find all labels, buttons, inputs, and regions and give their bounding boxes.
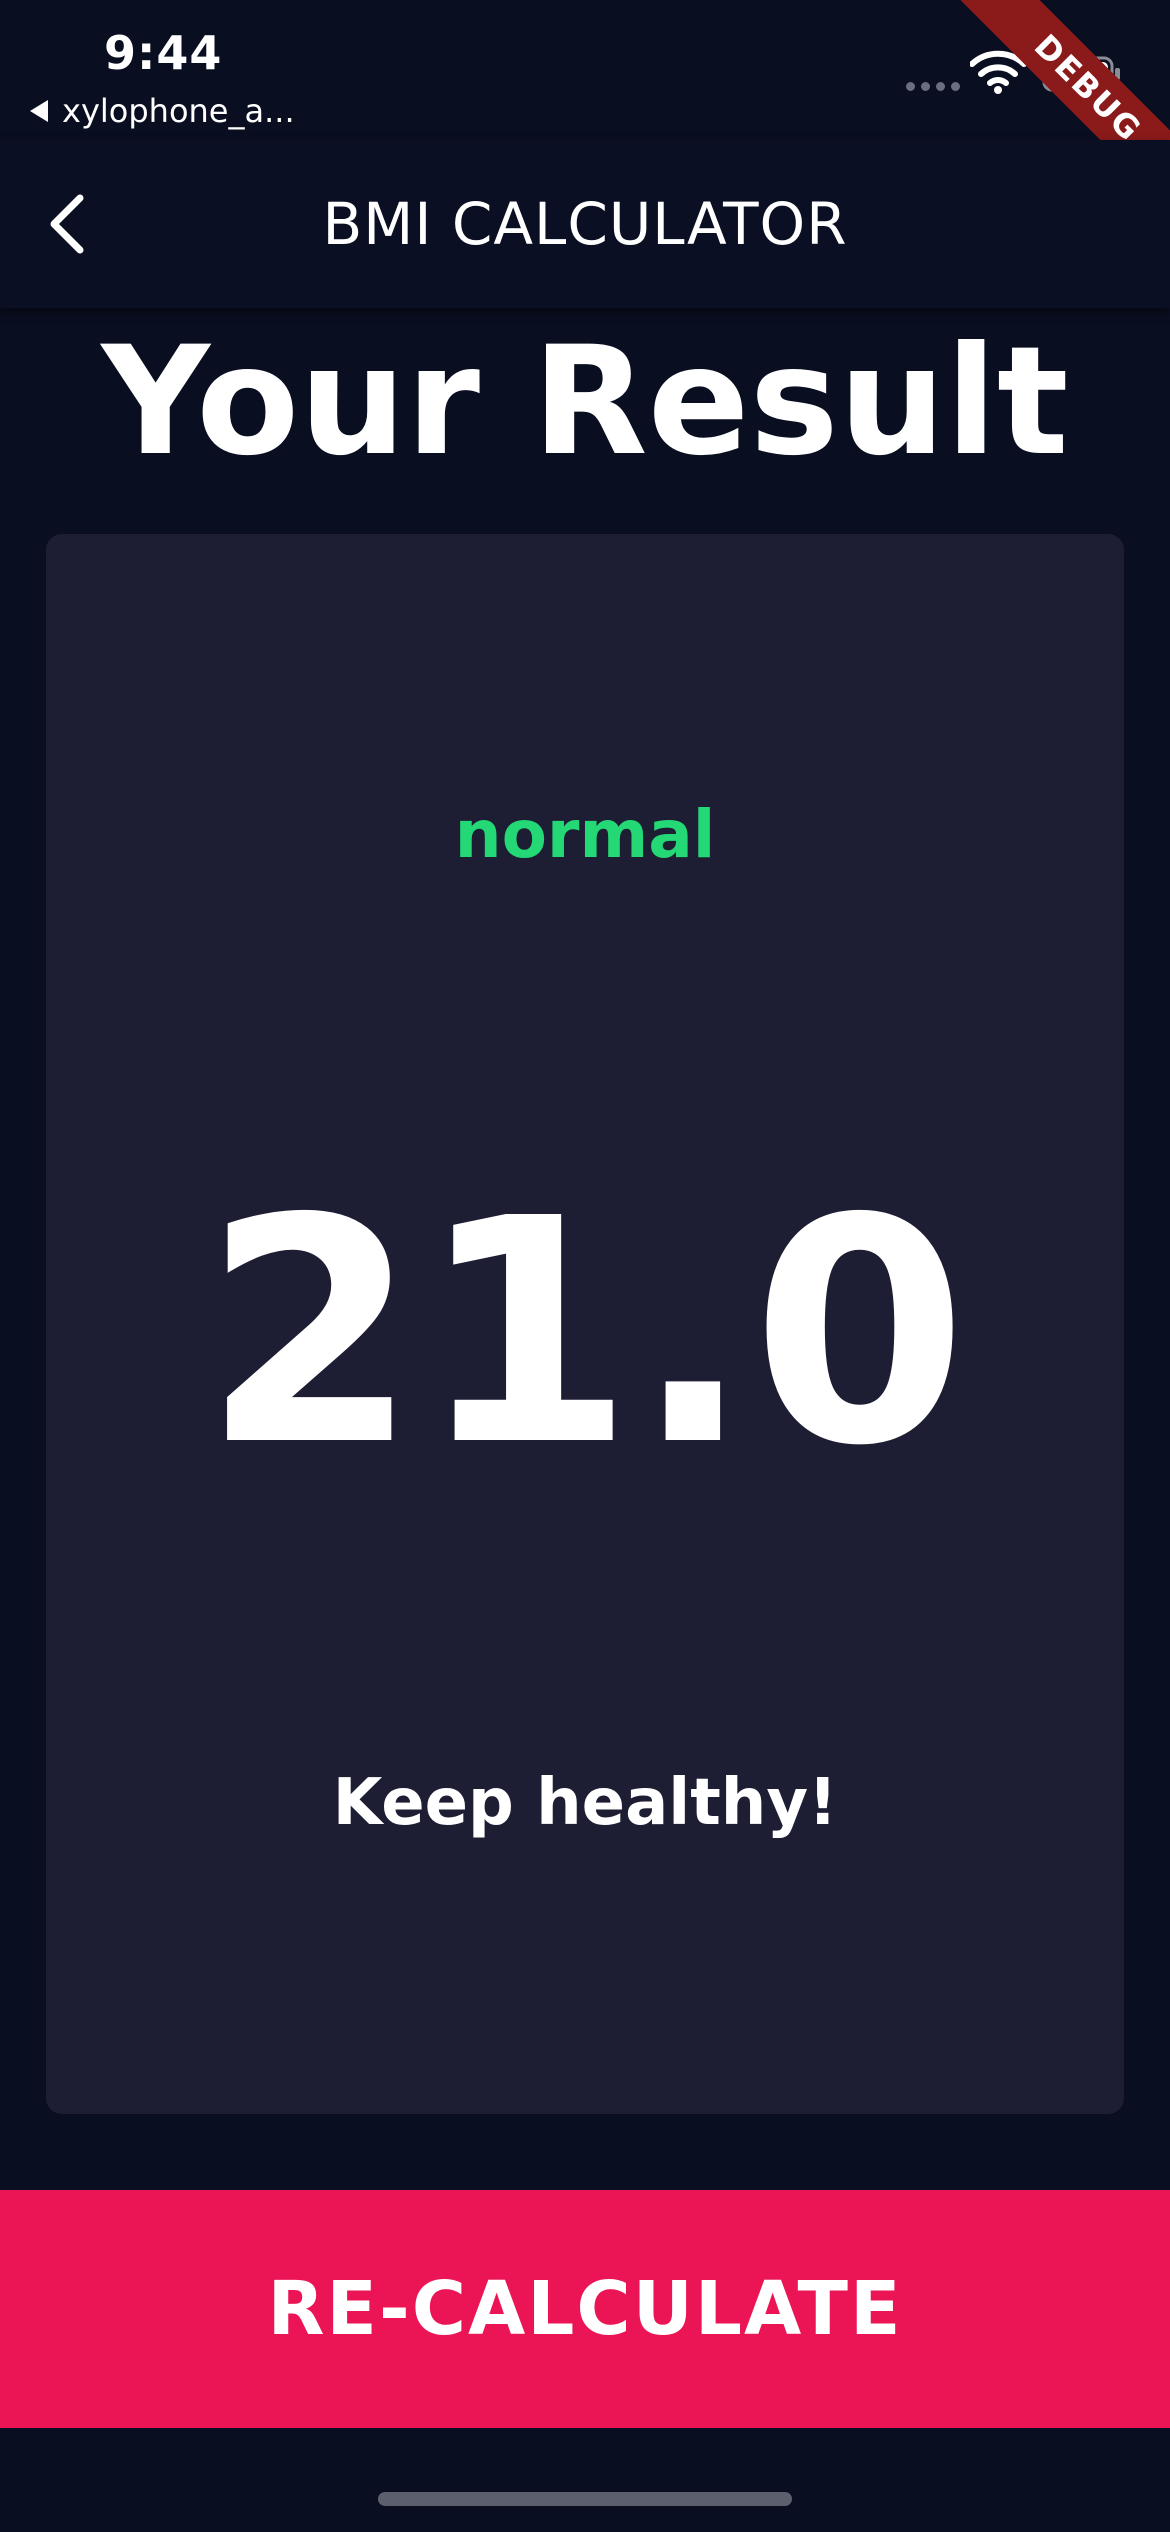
home-indicator[interactable] [378,2492,792,2506]
status-back-app-label: xylophone_a... [62,92,295,130]
app-bar-title: BMI CALCULATOR [322,190,848,258]
bmi-message: Keep healthy! [332,1766,838,1840]
status-time: 9:44 [104,26,223,80]
result-card: normal 21.0 Keep healthy! [46,534,1124,2114]
bmi-value: 21.0 [202,1153,968,1514]
back-triangle-icon [30,100,48,122]
bmi-status-label: normal [454,796,716,873]
status-back-to-app[interactable]: xylophone_a... [30,92,295,130]
cellular-signal-icon [906,82,960,91]
recalculate-button[interactable]: RE-CALCULATE [0,2190,1170,2428]
app-bar: BMI CALCULATOR [0,140,1170,308]
page-title: Your Result [101,315,1069,489]
